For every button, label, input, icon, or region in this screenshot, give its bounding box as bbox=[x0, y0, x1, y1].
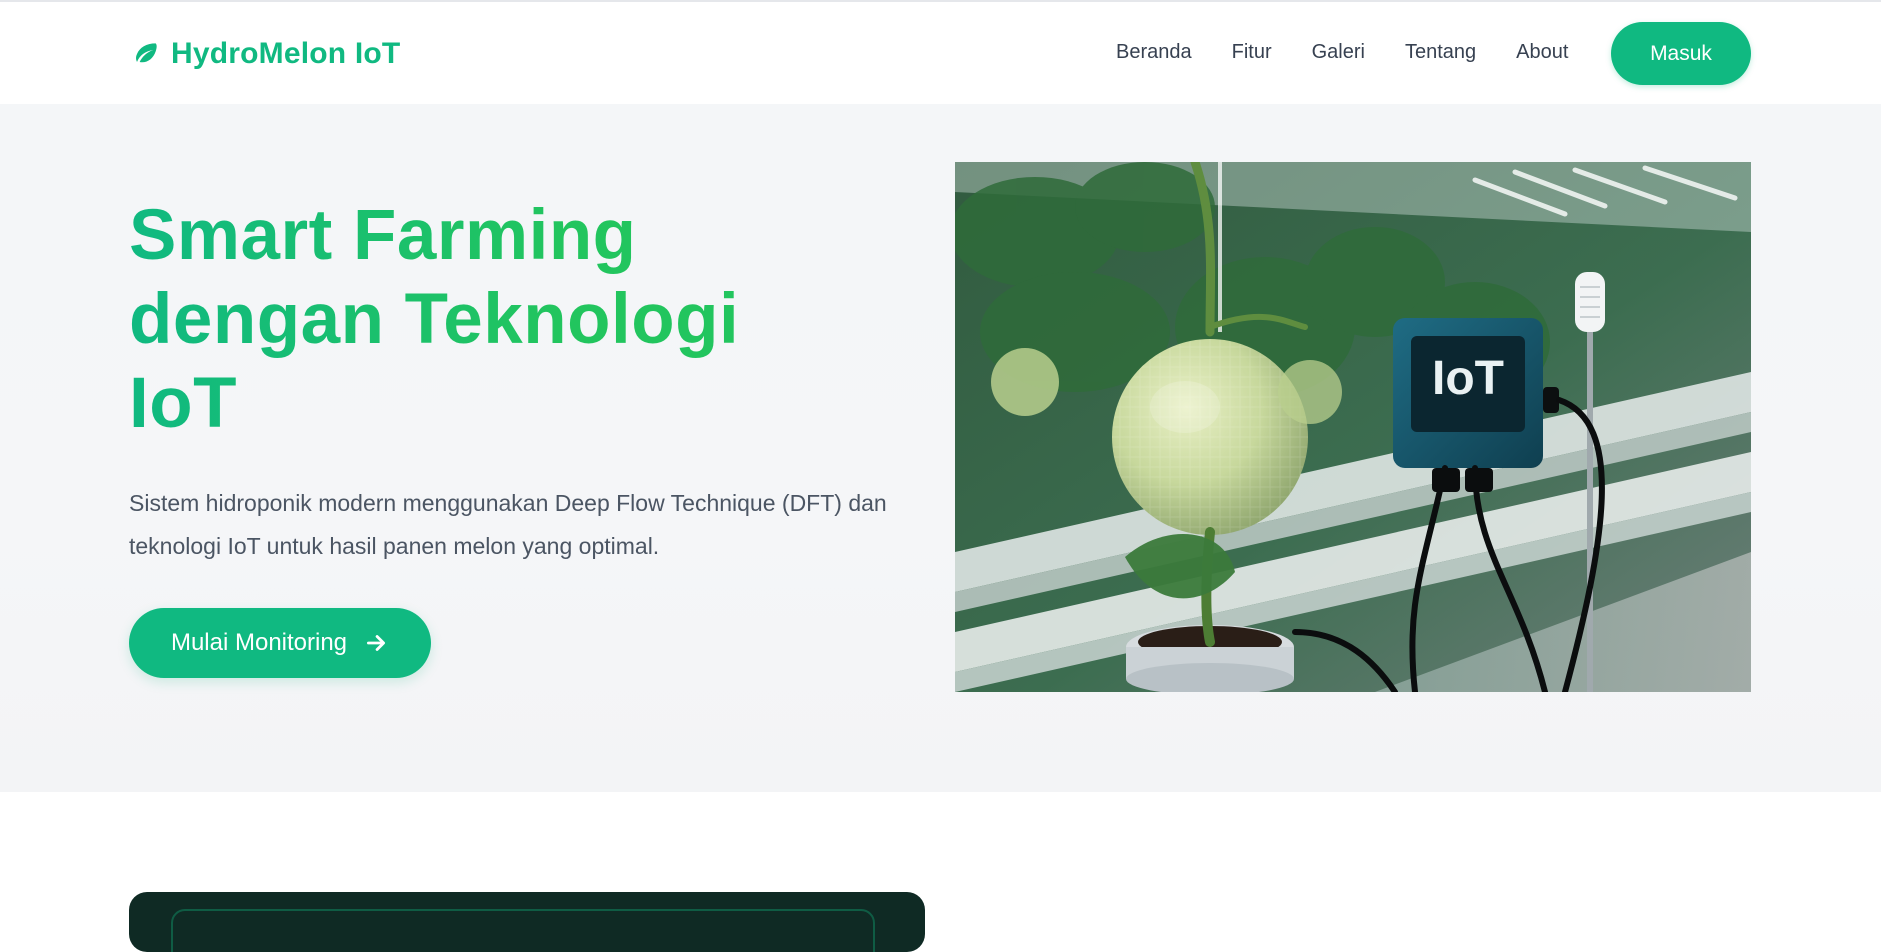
nav-item-galeri[interactable]: Galeri bbox=[1312, 37, 1365, 68]
nav-item-tentang[interactable]: Tentang bbox=[1405, 37, 1476, 68]
nav-item-beranda[interactable]: Beranda bbox=[1116, 37, 1192, 68]
hero-content: Smart Farming dengan Teknologi IoT Siste… bbox=[129, 194, 929, 678]
primary-nav: Beranda Fitur Galeri Tentang About bbox=[1116, 32, 1568, 72]
start-monitoring-label: Mulai Monitoring bbox=[170, 629, 348, 656]
arrow-right-icon bbox=[367, 635, 386, 651]
dashboard-preview-inner bbox=[171, 909, 875, 952]
brand[interactable]: HydroMelon IoT bbox=[129, 36, 400, 72]
login-button[interactable]: Masuk bbox=[1611, 22, 1751, 85]
start-monitoring-button[interactable]: Mulai Monitoring bbox=[129, 608, 431, 678]
navbar: HydroMelon IoT Beranda Fitur Galeri Tent… bbox=[0, 2, 1881, 104]
nav-item-fitur[interactable]: Fitur bbox=[1232, 37, 1272, 68]
iot-device-label: IoT bbox=[1432, 352, 1504, 405]
leaf-icon bbox=[136, 43, 157, 63]
hero-illustration: IoT bbox=[955, 162, 1751, 692]
nav-item-about[interactable]: About bbox=[1516, 37, 1568, 68]
hero-title: Smart Farming dengan Teknologi IoT bbox=[129, 194, 849, 446]
next-section bbox=[0, 792, 1881, 952]
hero-image: IoT bbox=[955, 162, 1751, 692]
brand-name: HydroMelon IoT bbox=[171, 37, 401, 70]
hero-description: Sistem hidroponik modern menggunakan Dee… bbox=[129, 490, 887, 559]
dashboard-preview-card bbox=[129, 892, 925, 952]
hero-section: Smart Farming dengan Teknologi IoT Siste… bbox=[0, 104, 1881, 792]
